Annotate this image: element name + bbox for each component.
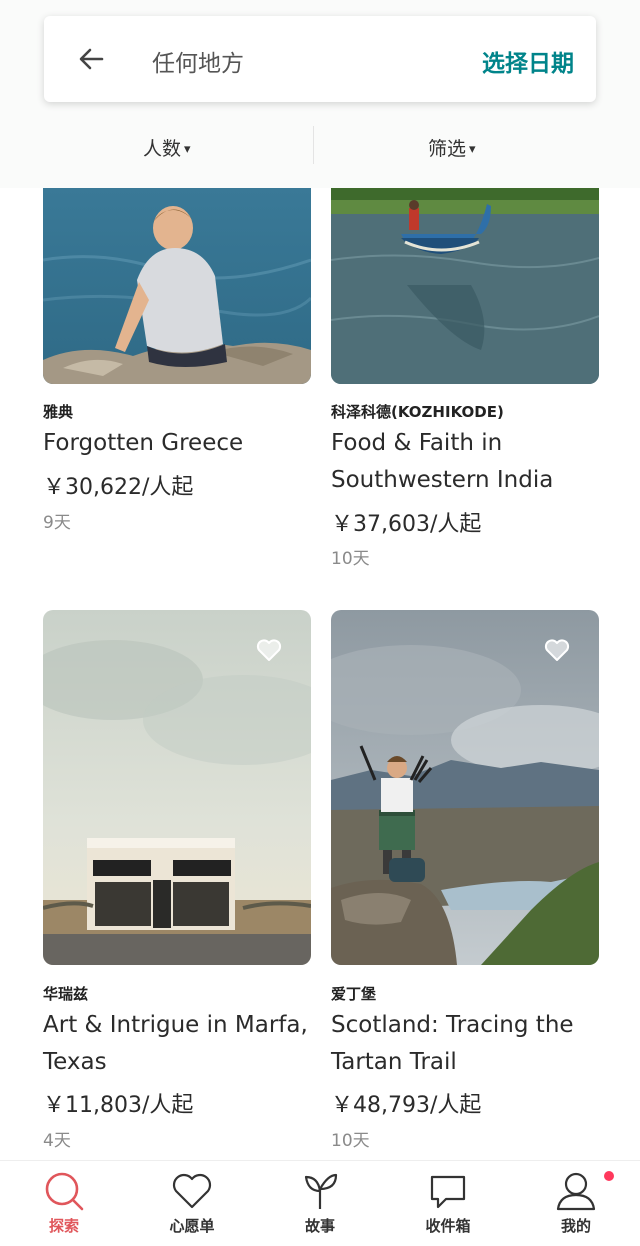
experience-title-line-1[interactable]: Art & Intrigue in Marfa, (43, 1007, 323, 1044)
experience-duration: 10天 (331, 1131, 370, 1151)
filter-divider (313, 126, 314, 164)
experience-photo[interactable] (331, 610, 599, 965)
wishlist-heart-icon[interactable] (256, 638, 282, 662)
experience-price: ￥48,793/人起 (331, 1093, 482, 1118)
experience-title-line-1[interactable]: Scotland: Tracing the (331, 1007, 611, 1044)
more-filters-button[interactable]: 筛选 ▾ (428, 134, 476, 161)
wishlist-heart-icon[interactable] (544, 638, 570, 662)
tab-explore[interactable]: 探索 (19, 1169, 109, 1236)
more-filters-label: 筛选 (428, 138, 467, 160)
experience-location: 华瑞兹 (43, 985, 89, 1003)
experience-title-line-2[interactable]: Texas (43, 1044, 323, 1081)
location-search-input[interactable]: 任何地方 (152, 44, 244, 78)
heart-icon (172, 1173, 212, 1209)
bottom-tab-bar: 探索 心愿单 故事 收件箱 我的 (0, 1160, 640, 1246)
chevron-down-icon: ▾ (184, 142, 191, 157)
experience-price: ￥37,603/人起 (331, 512, 482, 537)
sprout-icon (304, 1173, 338, 1209)
desert-store-photo (43, 610, 311, 965)
experience-title-line-2[interactable]: Tartan Trail (331, 1044, 611, 1081)
search-header: 任何地方 选择日期 人数 ▾ 筛选 ▾ (0, 0, 640, 188)
experience-duration: 9天 (43, 513, 71, 533)
tab-inbox[interactable]: 收件箱 (403, 1169, 493, 1236)
tab-explore-label: 探索 (48, 1217, 79, 1235)
choose-dates-button[interactable]: 选择日期 (482, 44, 574, 78)
experience-photo[interactable] (43, 610, 311, 965)
experience-title-line-2[interactable]: Southwestern India (331, 462, 611, 499)
tab-wishlists[interactable]: 心愿单 (147, 1169, 237, 1236)
search-icon (45, 1172, 84, 1211)
tab-stories[interactable]: 故事 (275, 1169, 365, 1236)
tab-inbox-label: 收件箱 (425, 1217, 471, 1235)
tab-profile-label: 我的 (560, 1217, 591, 1235)
experience-price: ￥30,622/人起 (43, 475, 194, 500)
tab-wishlists-label: 心愿单 (169, 1217, 215, 1235)
highland-piper-photo (331, 610, 599, 965)
experience-location: 雅典 (43, 403, 74, 421)
guests-filter-label: 人数 (143, 138, 182, 160)
experience-duration: 4天 (43, 1131, 71, 1151)
user-icon (556, 1172, 596, 1211)
experience-location: 科泽科德(KOZHIKODE) (331, 403, 504, 421)
experience-title[interactable]: Forgotten Greece (43, 425, 323, 462)
notification-dot (604, 1171, 614, 1181)
tab-stories-label: 故事 (304, 1217, 335, 1235)
experience-duration: 10天 (331, 549, 370, 569)
filter-bar: 人数 ▾ 筛选 ▾ (0, 120, 640, 172)
experience-location: 爱丁堡 (331, 985, 377, 1003)
experience-price: ￥11,803/人起 (43, 1093, 194, 1118)
guests-filter-button[interactable]: 人数 ▾ (143, 134, 191, 161)
arrow-left-icon[interactable] (76, 44, 106, 74)
chevron-down-icon: ▾ (469, 142, 476, 157)
experience-title-line-1[interactable]: Food & Faith in (331, 425, 611, 462)
chat-bubble-icon (430, 1175, 466, 1209)
